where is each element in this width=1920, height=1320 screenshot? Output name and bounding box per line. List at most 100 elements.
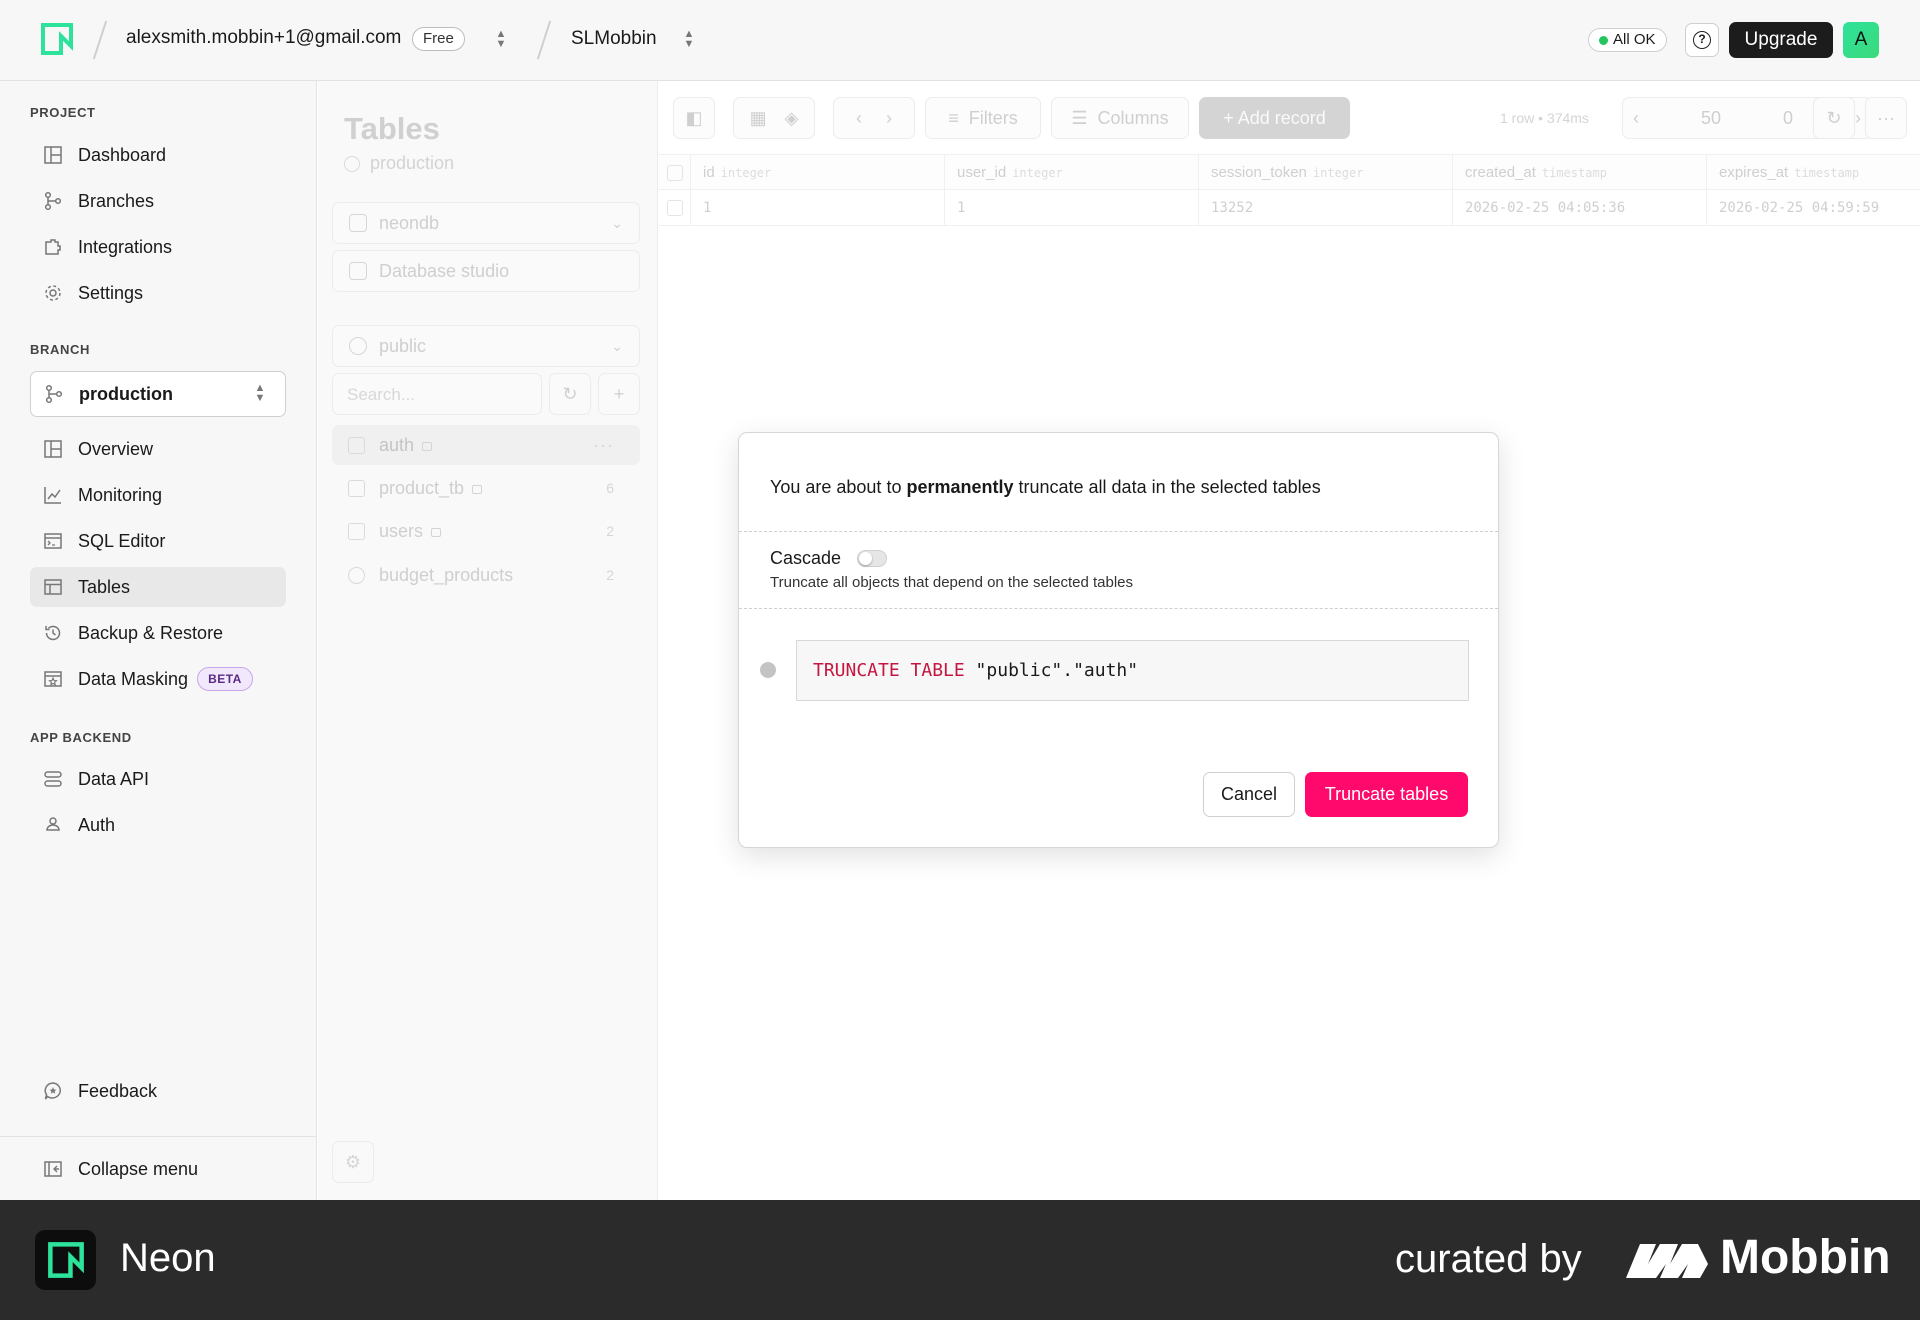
plus-icon: + [613, 384, 625, 404]
filters-button[interactable]: ≡ Filters [925, 97, 1041, 139]
grid-header: id integer user_id integer session_token in… [659, 154, 1920, 191]
refresh-rows-button[interactable]: ↻ [1813, 97, 1855, 139]
dialog-message-pre: You are about to [770, 477, 907, 497]
sidebar-item-data-masking[interactable]: Data Masking BETA [30, 659, 286, 699]
schema-view-icon[interactable]: ◈ [785, 108, 799, 129]
table-list-item[interactable]: auth ··· [332, 425, 640, 465]
sidebar: PROJECT Dashboard Branches Integrations … [0, 81, 317, 1200]
sidebar-item-tables[interactable]: Tables [30, 567, 286, 607]
account-name[interactable]: alexsmith.mobbin+1@gmail.com [126, 27, 401, 49]
cascade-label: Cascade [770, 548, 842, 568]
api-icon [43, 769, 63, 789]
view-switcher[interactable]: ▦ ◈ [733, 97, 815, 139]
table-cell[interactable]: 2026-02-25 04:59:59 [1707, 190, 1920, 226]
status-badge[interactable]: All OK [1588, 28, 1667, 52]
table-list-item[interactable]: users 2 [332, 511, 640, 551]
add-table-button[interactable]: + [598, 373, 640, 415]
panel-title: Tables [344, 111, 440, 146]
row-count: 6 [606, 480, 614, 496]
column-header[interactable]: id integer [691, 155, 945, 191]
select-all-cell[interactable] [659, 155, 691, 191]
section-label-branch: BRANCH [30, 342, 90, 357]
toggle-sidebar-button[interactable]: ◧ [673, 97, 715, 139]
database-select[interactable]: neondb ⌄ [332, 202, 640, 244]
offset-field[interactable]: 0 [1783, 108, 1793, 129]
page-size-field[interactable]: 50 [1701, 108, 1721, 129]
feedback-button[interactable]: Feedback [30, 1071, 286, 1111]
panel-settings-button[interactable]: ⚙ [332, 1141, 374, 1183]
layers-icon [349, 262, 367, 280]
sidebar-item-auth[interactable]: Auth [30, 805, 286, 845]
column-name: expires_at [1719, 164, 1789, 181]
database-studio-button[interactable]: Database studio [332, 250, 640, 292]
sidebar-item-integrations[interactable]: Integrations [30, 227, 286, 267]
project-switcher-icon[interactable]: ▲ ▼ [682, 29, 696, 51]
branch-selector[interactable]: production ▲ ▼ [30, 371, 286, 417]
collapse-menu-button[interactable]: Collapse menu [30, 1149, 286, 1189]
table-name: budget_products [379, 564, 514, 585]
sidebar-toggle-icon: ◧ [685, 107, 703, 128]
help-icon: ? [1693, 31, 1711, 49]
breadcrumb-divider [92, 20, 108, 60]
table-cell[interactable]: 2026-02-25 04:05:36 [1453, 190, 1707, 226]
sidebar-item-dashboard[interactable]: Dashboard [30, 135, 286, 175]
arrow-right-icon[interactable]: › [886, 108, 892, 129]
project-name[interactable]: SLMobbin [571, 28, 657, 50]
table-list-item[interactable]: budget_products 2 [332, 555, 640, 595]
sidebar-item-sql-editor[interactable]: SQL Editor [30, 521, 286, 561]
sql-target: "public"."auth" [964, 660, 1139, 681]
filters-label: Filters [968, 107, 1018, 128]
column-header[interactable]: expires_at timestamp [1707, 155, 1920, 191]
sidebar-item-overview[interactable]: Overview [30, 429, 286, 469]
cascade-toggle[interactable] [857, 550, 887, 567]
sidebar-item-branches[interactable]: Branches [30, 181, 286, 221]
table-search-input[interactable]: Search... [332, 373, 542, 415]
page-next-icon[interactable]: › [1855, 108, 1861, 129]
table-cell[interactable]: 1 [691, 190, 945, 226]
page-prev-icon[interactable]: ‹ [1633, 108, 1639, 129]
arrow-left-icon[interactable]: ‹ [856, 108, 862, 129]
schema-select[interactable]: public ⌄ [332, 325, 640, 367]
schema-icon [349, 337, 367, 355]
account-switcher-icon[interactable]: ▲ ▼ [494, 29, 508, 51]
dialog-message-emphasis: permanently [906, 477, 1014, 497]
column-type: timestamp [1794, 166, 1860, 180]
columns-button[interactable]: ☰ Columns [1051, 97, 1189, 139]
columns-label: Columns [1097, 107, 1169, 128]
sidebar-item-settings[interactable]: Settings [30, 273, 286, 313]
table-name: auth [379, 434, 415, 455]
table-list-item[interactable]: product_tb 6 [332, 468, 640, 508]
more-actions-button[interactable]: ··· [1865, 97, 1907, 139]
column-header[interactable]: user_id integer [945, 155, 1199, 191]
table-cell[interactable]: 1 [945, 190, 1199, 226]
column-header[interactable]: session_token integer [1199, 155, 1453, 191]
row-checkbox[interactable] [667, 200, 683, 216]
plan-badge: Free [412, 27, 465, 51]
upgrade-button[interactable]: Upgrade [1729, 22, 1833, 58]
add-record-button[interactable]: + Add record [1199, 97, 1350, 139]
sidebar-item-monitoring[interactable]: Monitoring [30, 475, 286, 515]
columns-icon: ☰ [1071, 107, 1088, 128]
column-header[interactable]: created_at timestamp [1453, 155, 1707, 191]
table-row[interactable]: 1 1 13252 2026-02-25 04:05:36 2026-02-25… [659, 190, 1920, 226]
pagination-arrows[interactable]: ‹ › [833, 97, 915, 139]
cancel-button[interactable]: Cancel [1203, 772, 1295, 817]
truncate-dialog: You are about to permanently truncate al… [738, 432, 1499, 848]
sidebar-item-data-api[interactable]: Data API [30, 759, 286, 799]
help-button[interactable]: ? [1685, 23, 1719, 57]
sidebar-item-backup-restore[interactable]: Backup & Restore [30, 613, 286, 653]
grid-view-icon[interactable]: ▦ [750, 108, 767, 129]
mobbin-wordmark: Mobbin [1720, 1231, 1891, 1284]
truncate-tables-button[interactable]: Truncate tables [1305, 772, 1468, 817]
mobbin-logo-icon [1626, 1244, 1708, 1278]
table-icon [348, 522, 365, 540]
table-cell[interactable]: 13252 [1199, 190, 1453, 226]
refresh-icon: ↻ [1826, 107, 1842, 128]
row-select-cell[interactable] [659, 190, 691, 226]
more-options-icon[interactable]: ··· [593, 435, 614, 456]
neon-logo-icon[interactable] [40, 22, 74, 56]
refresh-button[interactable]: ↻ [549, 373, 591, 415]
column-name: created_at [1465, 164, 1536, 181]
select-all-checkbox[interactable] [667, 165, 683, 181]
avatar[interactable]: A [1843, 22, 1879, 58]
